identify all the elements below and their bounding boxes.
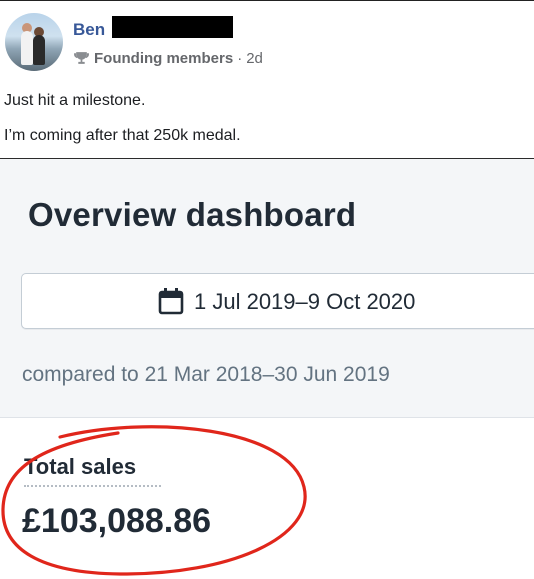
dashboard-screenshot: Overview dashboard 1 Jul 2019–9 Oct 2020… bbox=[0, 159, 534, 579]
page: Ben Founding members · 2d Just hit a mil… bbox=[0, 0, 534, 579]
author-name-link[interactable]: Ben bbox=[73, 20, 105, 40]
tooltip-dotted-underline bbox=[24, 485, 161, 487]
post-text-line: Just hit a milestone. bbox=[4, 92, 146, 109]
red-highlight-circle-annotation bbox=[1, 425, 307, 576]
post-meta: Founding members · 2d bbox=[73, 50, 263, 67]
group-name-link[interactable]: Founding members bbox=[94, 50, 233, 67]
avatar-person-body bbox=[33, 35, 45, 65]
date-range-button[interactable]: 1 Jul 2019–9 Oct 2020 bbox=[21, 273, 534, 329]
dashboard-header-panel: Overview dashboard 1 Jul 2019–9 Oct 2020… bbox=[0, 159, 534, 417]
page-title: Overview dashboard bbox=[28, 196, 357, 233]
total-sales-value: £103,088.86 bbox=[22, 502, 212, 540]
avatar-person-body bbox=[21, 31, 33, 65]
calendar-icon bbox=[158, 288, 184, 315]
avatar[interactable] bbox=[5, 13, 63, 71]
date-range-label: 1 Jul 2019–9 Oct 2020 bbox=[194, 289, 416, 314]
total-sales-label[interactable]: Total sales bbox=[24, 454, 136, 480]
post-text-line: I’m coming after that 250k medal. bbox=[4, 127, 241, 144]
post-timestamp[interactable]: 2d bbox=[246, 50, 263, 67]
redacted-surname-bar bbox=[112, 16, 233, 38]
trophy-icon bbox=[74, 52, 89, 64]
top-border bbox=[0, 0, 534, 1]
meta-separator: · bbox=[237, 50, 243, 67]
section-divider bbox=[0, 417, 534, 418]
comparison-period-text: compared to 21 Mar 2018–30 Jun 2019 bbox=[22, 363, 390, 386]
